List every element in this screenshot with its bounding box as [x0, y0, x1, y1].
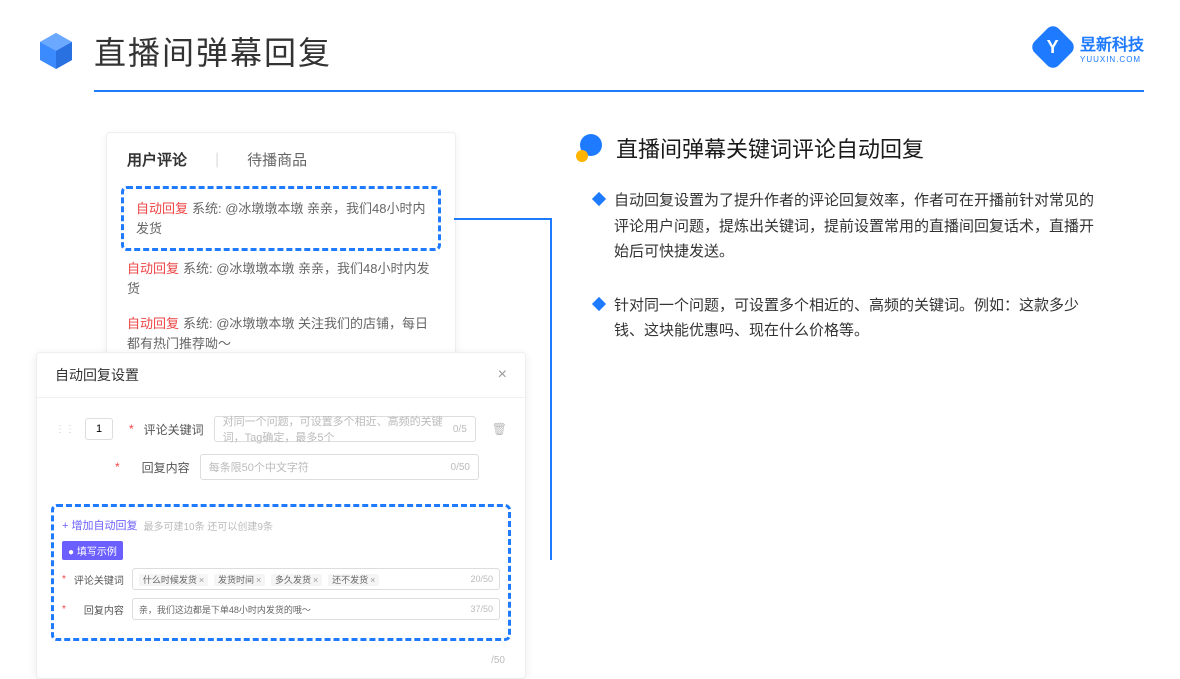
required-marker: *	[62, 604, 66, 615]
required-marker: *	[62, 574, 66, 585]
form-section: ⋮⋮ * 评论关键词 对同一个问题，可设置多个相近、高频的关键词，Tag确定，最…	[37, 398, 525, 498]
keyword-row: ⋮⋮ * 评论关键词 对同一个问题，可设置多个相近、高频的关键词，Tag确定，最…	[55, 416, 507, 442]
tabs-row: 用户评论 | 待播商品	[107, 133, 455, 186]
tab-separator: |	[215, 151, 219, 169]
modal-header: 自动回复设置 ×	[37, 353, 525, 398]
brand-logo-icon: Y	[1029, 23, 1077, 71]
ex-content-field[interactable]: 亲，我们这边都是下单48小时内发货的哦～ 37/50	[132, 598, 500, 620]
add-hint: 最多可建10条 还可以创建9条	[143, 518, 272, 533]
required-marker: *	[115, 460, 120, 474]
content-row: * 回复内容 每条限50个中文字符 0/50	[55, 454, 507, 480]
bullet-text-2: 针对同一个问题，可设置多个相近的、高频的关键词。例如：这款多少钱、这块能优惠吗、…	[614, 293, 1096, 344]
bullet-text-1: 自动回复设置为了提升作者的评论回复效率，作者可在开播前针对常见的评论用户问题，提…	[614, 188, 1096, 265]
tag-item[interactable]: 多久发货×	[271, 574, 322, 586]
ex-kw-counter: 20/50	[470, 574, 493, 584]
cube-icon	[36, 31, 76, 71]
keyword-field[interactable]: 对同一个问题，可设置多个相近、高频的关键词，Tag确定，最多5个 0/5	[214, 416, 476, 442]
example-badge: ● 填写示例	[62, 541, 123, 560]
auto-reply-tag: 自动回复	[127, 261, 179, 276]
ex-keyword-label: 评论关键词	[74, 572, 124, 587]
modal-title: 自动回复设置	[55, 365, 139, 385]
ex-content-counter: 37/50	[470, 604, 493, 614]
tag-item[interactable]: 发货时间×	[214, 574, 265, 586]
diamond-icon	[592, 192, 606, 206]
drag-handle-icon[interactable]: ⋮⋮	[55, 424, 75, 435]
auto-reply-tag: 自动回复	[127, 316, 179, 331]
outer-counter: /50	[37, 655, 525, 678]
tab-products[interactable]: 待播商品	[247, 149, 307, 170]
content-placeholder: 每条限50个中文字符	[209, 459, 309, 475]
comments-card: 用户评论 | 待播商品 自动回复系统: @冰墩墩本墩 亲亲，我们48小时内发货 …	[106, 132, 456, 362]
example-highlight: + 增加自动回复 最多可建10条 还可以创建9条 ● 填写示例 * 评论关键词 …	[51, 504, 511, 641]
tag-item[interactable]: 还不发货×	[328, 574, 379, 586]
tab-comments[interactable]: 用户评论	[127, 149, 187, 170]
right-heading: 直播间弹幕关键词评论自动回复	[616, 132, 924, 164]
ex-content-value: 亲，我们这边都是下单48小时内发货的哦～	[139, 603, 311, 616]
diamond-icon	[592, 296, 606, 310]
auto-reply-tag: 自动回复	[136, 201, 188, 216]
add-auto-reply-link[interactable]: + 增加自动回复 最多可建10条 还可以创建9条	[62, 517, 500, 533]
add-link-text: + 增加自动回复	[62, 517, 137, 533]
page-title: 直播间弹幕回复	[94, 28, 332, 74]
right-column: 直播间弹幕关键词评论自动回复 自动回复设置为了提升作者的评论回复效率，作者可在开…	[536, 132, 1096, 679]
bullet-1: 自动回复设置为了提升作者的评论回复效率，作者可在开播前针对常见的评论用户问题，提…	[576, 188, 1096, 265]
bullet-2: 针对同一个问题，可设置多个相近的、高频的关键词。例如：这款多少钱、这块能优惠吗、…	[576, 293, 1096, 344]
keyword-placeholder: 对同一个问题，可设置多个相近、高频的关键词，Tag确定，最多5个	[223, 413, 453, 445]
chat-bubble-icon	[576, 134, 604, 162]
page-header: 直播间弹幕回复	[0, 0, 1180, 90]
tags-container: 什么时候发货× 发货时间× 多久发货× 还不发货×	[139, 573, 382, 586]
connector-line	[454, 218, 552, 560]
content-label: 回复内容	[130, 459, 190, 476]
required-marker: *	[129, 422, 134, 436]
tag-item[interactable]: 什么时候发货×	[139, 574, 208, 586]
comment-line-1: 自动回复系统: @冰墩墩本墩 亲亲，我们48小时内发货	[130, 197, 432, 240]
brand-block: Y 昱新科技 YUUXIN.COM	[1036, 30, 1144, 64]
example-content-row: * 回复内容 亲，我们这边都是下单48小时内发货的哦～ 37/50	[62, 598, 500, 620]
ex-keyword-field[interactable]: 什么时候发货× 发货时间× 多久发货× 还不发货× 20/50	[132, 568, 500, 590]
comment-line-2: 自动回复系统: @冰墩墩本墩 亲亲，我们48小时内发货	[107, 251, 455, 306]
example-keyword-row: * 评论关键词 什么时候发货× 发货时间× 多久发货× 还不发货× 20/50	[62, 568, 500, 590]
content-field[interactable]: 每条限50个中文字符 0/50	[200, 454, 479, 480]
keyword-label: 评论关键词	[144, 421, 204, 438]
highlighted-comment: 自动回复系统: @冰墩墩本墩 亲亲，我们48小时内发货	[121, 186, 441, 251]
brand-subtitle: YUUXIN.COM	[1080, 55, 1144, 64]
ex-content-label: 回复内容	[74, 602, 124, 617]
right-title-row: 直播间弹幕关键词评论自动回复	[576, 132, 1096, 164]
left-column: 用户评论 | 待播商品 自动回复系统: @冰墩墩本墩 亲亲，我们48小时内发货 …	[36, 132, 536, 679]
settings-modal: 自动回复设置 × ⋮⋮ * 评论关键词 对同一个问题，可设置多个相近、高频的关键…	[36, 352, 526, 679]
order-input[interactable]	[85, 418, 113, 440]
brand-name: 昱新科技	[1080, 31, 1144, 55]
